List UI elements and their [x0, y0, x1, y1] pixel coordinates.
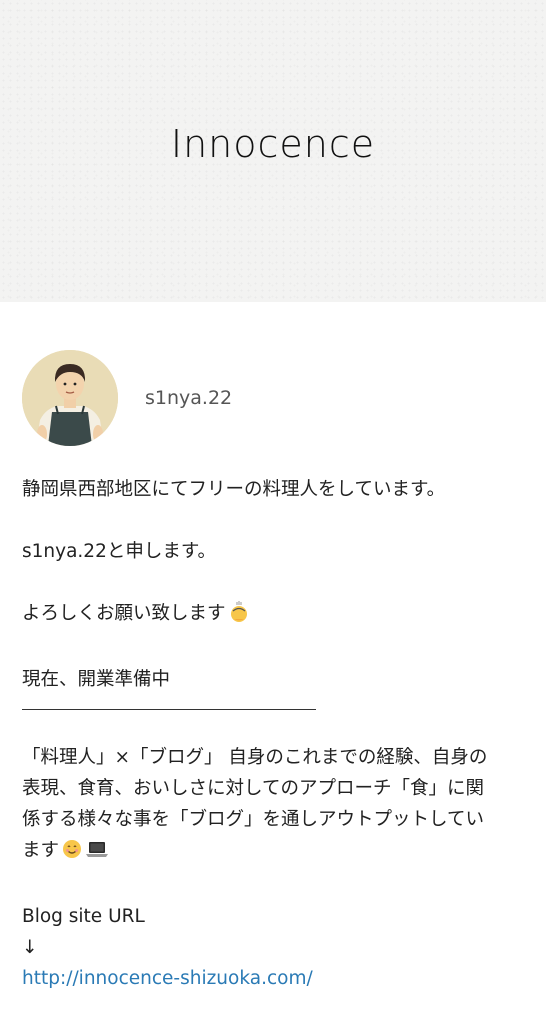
avatar[interactable]	[22, 350, 118, 446]
bio-line: s1nya.22と申します。	[22, 541, 216, 562]
bio-line: よろしくお願い致します	[22, 598, 522, 633]
bio-paragraph-line: 「料理人」×「ブログ」 自身のこれまでの経験、自身の	[22, 747, 488, 768]
username[interactable]: s1nya.22	[145, 387, 232, 409]
blog-label: Blog site URL	[22, 906, 145, 927]
profile-section: s1nya.22	[22, 350, 232, 446]
site-title[interactable]: Innocence	[0, 122, 546, 166]
blog-url-link[interactable]: http://innocence-shizuoka.com/	[22, 968, 313, 989]
laptop-emoji-icon	[85, 838, 109, 870]
avatar-illustration-icon	[22, 350, 118, 446]
smile-emoji-icon	[61, 838, 83, 870]
divider	[22, 709, 316, 710]
bio-paragraph-line: 係する様々な事を「ブログ」を通しアウトプットしてい	[22, 809, 484, 830]
bio-paragraph-text: ます	[22, 840, 60, 861]
header-banner: Innocence	[0, 0, 546, 302]
bio-line: 静岡県西部地区にてフリーの料理人をしています。	[22, 479, 446, 500]
bowing-emoji-icon	[228, 601, 250, 633]
bio-line: 現在、開業準備中	[22, 669, 171, 690]
down-arrow: ↓	[22, 937, 38, 958]
bio-text: 静岡県西部地区にてフリーの料理人をしています。 s1nya.22と申します。 よ…	[22, 474, 522, 994]
bio-paragraph-line: ます	[22, 835, 522, 870]
bio-line-text: よろしくお願い致します	[22, 603, 226, 624]
bio-paragraph-line: 表現、食育、おいしさに対してのアプローチ「食」に関	[22, 778, 484, 799]
